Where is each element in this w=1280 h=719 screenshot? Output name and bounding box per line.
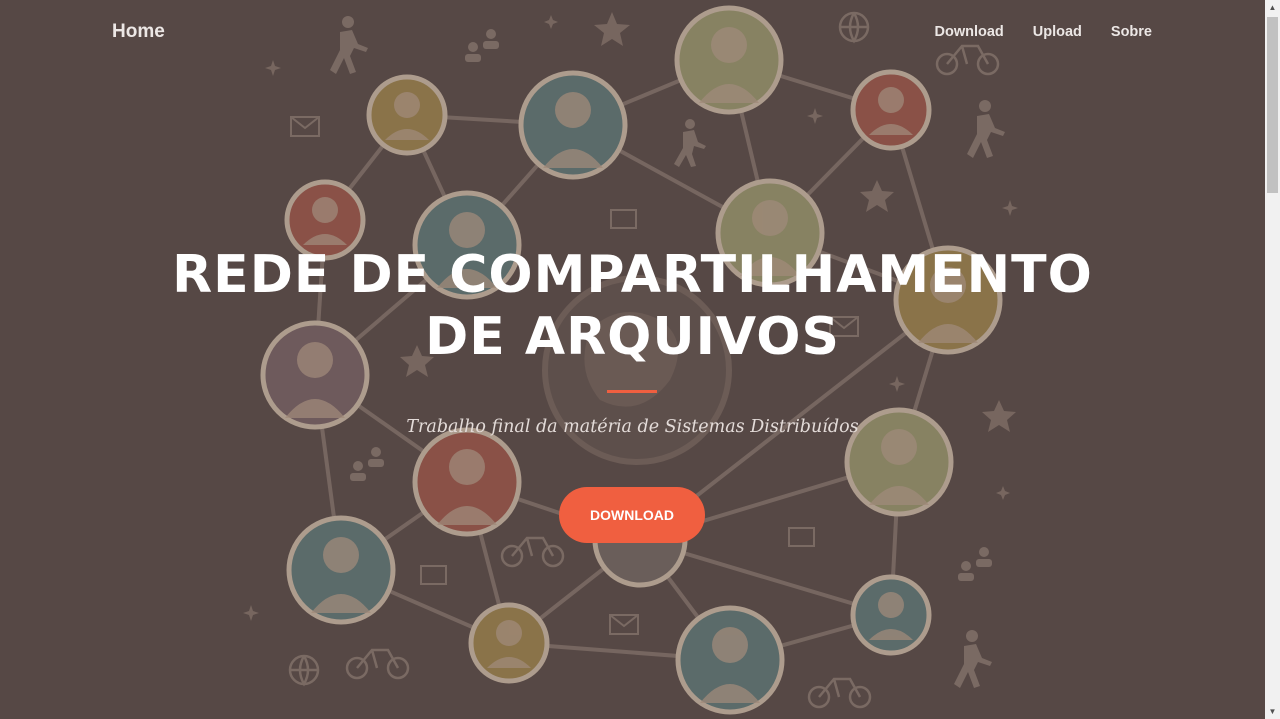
nav-link-sobre[interactable]: Sobre	[1111, 24, 1152, 40]
arrow-up-icon[interactable]: ▲	[1265, 0, 1280, 15]
navbar-links: Download Upload Sobre	[934, 24, 1152, 40]
arrow-down-icon[interactable]: ▼	[1265, 704, 1280, 719]
navbar-brand-home[interactable]: Home	[112, 21, 165, 43]
scrollbar-thumb[interactable]	[1267, 17, 1278, 193]
hero-section: Home Download Upload Sobre REDE DE COMPA…	[0, 0, 1265, 719]
nav-link-upload[interactable]: Upload	[1033, 24, 1082, 40]
hero-title: REDE DE COMPARTILHAMENTO DE ARQUIVOS	[0, 244, 1265, 368]
hero-title-line-2: DE ARQUIVOS	[425, 307, 840, 367]
hero-subtitle: Trabalho final da matéria de Sistemas Di…	[406, 417, 859, 437]
download-button[interactable]: DOWNLOAD	[559, 487, 705, 543]
nav-link-download[interactable]: Download	[934, 24, 1003, 40]
hero-divider	[607, 390, 657, 393]
hero-title-line-1: REDE DE COMPARTILHAMENTO	[172, 245, 1093, 305]
vertical-scrollbar[interactable]: ▲ ▼	[1265, 0, 1280, 719]
